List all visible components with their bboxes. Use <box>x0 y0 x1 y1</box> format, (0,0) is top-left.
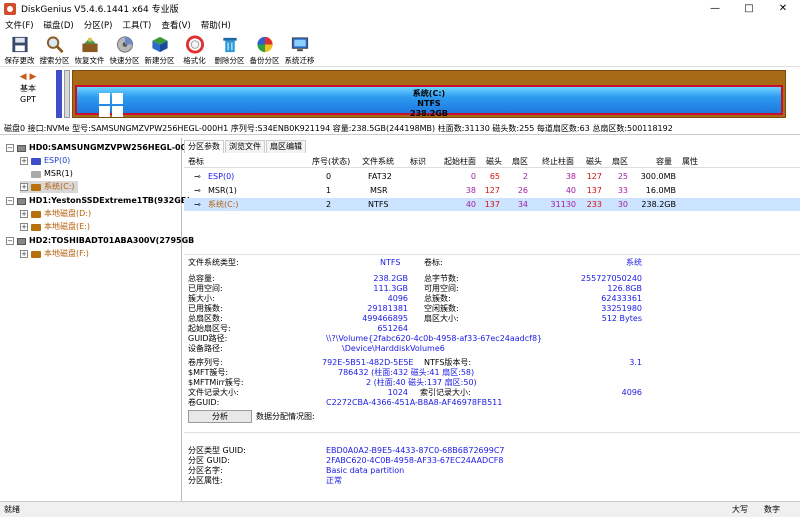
tree-partition-d[interactable]: + 本地磁盘(D:) <box>20 208 91 220</box>
format-icon <box>185 35 204 54</box>
maximize-button[interactable]: □ <box>732 0 766 17</box>
esp-partition-block[interactable] <box>56 70 62 118</box>
collapse-icon[interactable]: − <box>6 197 14 205</box>
tree-partition-esp[interactable]: + ESP(0) <box>20 155 70 167</box>
quick-partition-button[interactable]: 快速分区 <box>107 32 142 66</box>
title-bar: DiskGenius V5.4.6.1441 x64 专业版 — □ ✕ <box>0 0 800 17</box>
disk-info: 磁盘0 接口:NVMe 型号:SAMSUNGMZVPW256HEGL-000H1… <box>0 122 800 135</box>
delete-partition-button[interactable]: 删除分区 <box>212 32 247 66</box>
app-icon <box>4 2 16 15</box>
system-partition-block[interactable]: 系统(C:) NTFS 238.2GB <box>72 70 786 118</box>
partition-icon <box>31 223 41 231</box>
row-drive-icon: ⊸ <box>194 186 201 195</box>
disk-icon <box>17 197 26 205</box>
backup-icon <box>256 36 273 53</box>
partition-icon <box>31 250 41 258</box>
migrate-icon <box>291 37 308 52</box>
row-drive-icon: ⊸ <box>194 200 201 209</box>
msr-partition-block[interactable] <box>64 70 70 118</box>
tab-bar: 分区参数 浏览文件 扇区编辑 <box>184 140 307 153</box>
expand-icon[interactable]: + <box>20 223 28 231</box>
search-icon <box>46 36 64 54</box>
table-row[interactable]: ⊸ ESP(0) 0 FAT32 0 65 2 38 127 25 300.0M… <box>184 170 800 183</box>
partition-icon <box>31 170 41 178</box>
quick-partition-icon <box>116 36 133 53</box>
prev-disk-icon[interactable]: ◀ <box>20 72 27 82</box>
new-partition-button[interactable]: 新建分区 <box>142 32 177 66</box>
table-row[interactable]: ⊸ MSR(1) 1 MSR 38 127 26 40 137 33 16.0M… <box>184 184 800 197</box>
caps-indicator: 大写 <box>732 505 748 514</box>
next-disk-icon[interactable]: ▶ <box>29 72 36 82</box>
expand-icon[interactable]: + <box>20 157 28 165</box>
table-row[interactable]: ⊸ 系统(C:) 2 NTFS 40 137 34 31130 233 30 2… <box>184 198 800 211</box>
partition-fs: NTFS <box>417 99 441 108</box>
minimize-button[interactable]: — <box>698 0 732 17</box>
save-icon <box>11 36 28 53</box>
window-title: DiskGenius V5.4.6.1441 x64 专业版 <box>21 5 179 15</box>
row-drive-icon: ⊸ <box>194 172 201 181</box>
recover-files-button[interactable]: 恢复文件 <box>72 32 107 66</box>
partition-style: GPT <box>20 95 36 104</box>
save-changes-button[interactable]: 保存更改 <box>2 32 37 66</box>
disk-map: ◀ ▶ 基本 GPT 系统(C:) NTFS 238.2GB <box>0 68 800 120</box>
partition-icon <box>31 157 41 165</box>
menu-partition[interactable]: 分区(P) <box>79 19 118 31</box>
partition-size: 238.2GB <box>410 109 448 118</box>
tab-sector-edit[interactable]: 扇区编辑 <box>266 140 306 153</box>
menu-file[interactable]: 文件(F) <box>0 19 39 31</box>
menu-help[interactable]: 帮助(H) <box>196 19 236 31</box>
tree-partition-e[interactable]: + 本地磁盘(E:) <box>20 221 90 233</box>
toolbar: 保存更改 搜索分区 恢复文件 快速分区 新建分区 格式化 删除分区 备份分区 系… <box>0 32 800 67</box>
disk-icon <box>17 237 26 245</box>
disk-icon <box>17 144 26 152</box>
collapse-icon[interactable]: − <box>6 144 14 152</box>
status-text: 就绪 <box>4 505 20 514</box>
tree-disk-hd2[interactable]: − HD2:TOSHIBADT01ABA300V(2795GB <box>6 235 194 247</box>
menu-view[interactable]: 查看(V) <box>156 19 195 31</box>
close-button[interactable]: ✕ <box>766 0 800 17</box>
table-header: 卷标 序号(状态) 文件系统 标识 起始柱面 磁头 扇区 终止柱面 磁头 扇区 … <box>184 155 800 168</box>
new-partition-icon <box>151 36 168 53</box>
menu-bar: 文件(F) 磁盘(D) 分区(P) 工具(T) 查看(V) 帮助(H) <box>0 17 800 32</box>
partition-icon <box>31 183 41 191</box>
tab-partition-params[interactable]: 分区参数 <box>184 140 224 153</box>
expand-icon[interactable]: + <box>20 250 28 258</box>
tab-browse-files[interactable]: 浏览文件 <box>225 140 265 153</box>
backup-partition-button[interactable]: 备份分区 <box>247 32 282 66</box>
expand-icon[interactable]: + <box>20 210 28 218</box>
tree-partition-system[interactable]: + 系统(C:) <box>20 181 78 193</box>
delete-icon <box>222 37 237 53</box>
partition-icon <box>31 210 41 218</box>
disk-type: 基本 <box>20 84 36 93</box>
collapse-icon[interactable]: − <box>6 237 14 245</box>
analyze-button[interactable]: 分析 <box>188 410 252 423</box>
tree-disk-hd0[interactable]: − HD0:SAMSUNGMZVPW256HEGL-000 <box>6 142 192 154</box>
disk-tree: − HD0:SAMSUNGMZVPW256HEGL-000 + ESP(0) M… <box>0 138 194 501</box>
partition-name: 系统(C:) <box>412 89 446 98</box>
menu-disk[interactable]: 磁盘(D) <box>39 19 79 31</box>
expand-icon[interactable]: + <box>20 183 28 191</box>
right-panel: 分区参数 浏览文件 扇区编辑 卷标 序号(状态) 文件系统 标识 起始柱面 磁头… <box>184 138 800 501</box>
search-partition-button[interactable]: 搜索分区 <box>37 32 72 66</box>
system-migration-button[interactable]: 系统迁移 <box>282 32 317 66</box>
tree-partition-f[interactable]: + 本地磁盘(F:) <box>20 248 89 260</box>
recover-icon <box>81 37 98 53</box>
format-button[interactable]: 格式化 <box>177 32 212 66</box>
tree-partition-msr[interactable]: MSR(1) <box>31 168 73 180</box>
status-bar: 就绪 大写 数字 <box>0 501 800 517</box>
menu-tools[interactable]: 工具(T) <box>117 19 156 31</box>
num-indicator: 数字 <box>764 505 780 514</box>
disk-nav: ◀ ▶ 基本 GPT <box>6 72 50 105</box>
tree-disk-hd1[interactable]: − HD1:YestonSSDExtreme1TB(932GB) <box>6 195 191 207</box>
